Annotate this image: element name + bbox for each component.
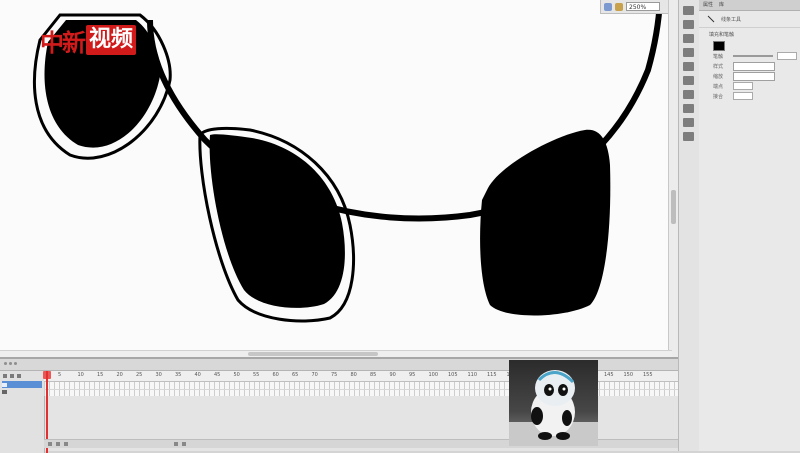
frame-number: 75	[331, 372, 338, 378]
tab-library[interactable]: 库	[719, 0, 724, 10]
onion-skin-icon[interactable]	[174, 442, 178, 446]
layer-toggle-icons	[0, 371, 44, 381]
edit-frames-icon[interactable]	[182, 442, 186, 446]
cap-row: 端点	[699, 81, 800, 91]
frame-number: 40	[194, 372, 201, 378]
frame-number: 15	[97, 372, 104, 378]
add-folder-icon[interactable]	[56, 442, 60, 446]
lasso-tool-icon[interactable]	[683, 48, 694, 57]
subselect-tool-icon[interactable]	[683, 20, 694, 29]
scene-icon[interactable]	[604, 2, 612, 11]
stage-toolbar: 250%	[600, 0, 676, 14]
stroke-row: 笔触	[699, 51, 800, 61]
right-eye-patch	[480, 129, 611, 316]
join-dropdown[interactable]	[733, 92, 753, 100]
logo-chars: 中新	[40, 27, 86, 57]
frame-number: 20	[116, 372, 123, 378]
tools-panel	[678, 0, 700, 451]
panda-figure-image	[509, 370, 598, 446]
style-dropdown[interactable]	[733, 61, 775, 71]
frame-number: 45	[214, 372, 221, 378]
frame-number: 10	[77, 372, 84, 378]
frame-number: 50	[233, 372, 240, 378]
line-tool-icon	[707, 15, 715, 23]
tab-properties[interactable]: 属性	[703, 0, 713, 10]
stage-canvas[interactable]: 中新 视频	[0, 0, 672, 357]
layer-row-selected[interactable]	[2, 381, 42, 388]
cap-label: 端点	[713, 83, 724, 90]
current-tool-row: 线条工具	[699, 11, 800, 28]
layer-icon	[2, 382, 7, 387]
timeline-grip-icon[interactable]	[4, 362, 17, 365]
style-label: 样式	[713, 63, 724, 70]
zoom-select[interactable]: 250%	[626, 2, 660, 11]
properties-tabs: 属性 库	[699, 0, 800, 11]
properties-panel: 属性 库 线条工具 填充和笔触 笔触 样式 缩放 端点 接合	[699, 0, 800, 451]
panda-video-thumbnail	[509, 360, 598, 446]
transform-tool-icon[interactable]	[683, 34, 694, 43]
eye-icon[interactable]	[3, 374, 7, 378]
frame-number: 150	[623, 372, 634, 378]
layer-icon	[2, 389, 7, 394]
frame-number: 55	[253, 372, 260, 378]
rectangle-tool-icon[interactable]	[683, 104, 694, 113]
frame-number: 5	[58, 372, 62, 378]
stroke-color-swatch[interactable]	[713, 41, 725, 51]
cap-dropdown[interactable]	[733, 82, 753, 90]
add-layer-icon[interactable]	[48, 442, 52, 446]
scale-label: 缩放	[713, 73, 724, 80]
layer-row[interactable]	[2, 388, 42, 395]
watermark-logo: 中新 视频	[40, 24, 137, 57]
join-label: 接合	[713, 93, 724, 100]
frame-number: 100	[428, 372, 439, 378]
logo-box: 视频	[86, 25, 137, 55]
symbol-icon[interactable]	[615, 2, 623, 11]
frame-number: 70	[311, 372, 318, 378]
lock-icon[interactable]	[10, 374, 14, 378]
layer-list	[0, 371, 45, 453]
hscroll-thumb[interactable]	[248, 352, 378, 356]
frame-number: 110	[467, 372, 478, 378]
line-tool-icon[interactable]	[683, 90, 694, 99]
join-row: 接合	[699, 91, 800, 101]
text-tool-icon[interactable]	[683, 76, 694, 85]
stroke-width-slider[interactable]	[733, 55, 773, 57]
scale-dropdown[interactable]	[733, 71, 775, 81]
pen-tool-icon[interactable]	[683, 62, 694, 71]
scale-row: 缩放	[699, 71, 800, 81]
stroke-width-input[interactable]	[777, 52, 797, 60]
style-row: 样式	[699, 61, 800, 71]
brush-tool-icon[interactable]	[683, 132, 694, 141]
frame-number: 65	[292, 372, 299, 378]
frame-number: 80	[350, 372, 357, 378]
frame-number: 105	[448, 372, 458, 378]
frame-number: 155	[643, 372, 653, 378]
frame-number: 60	[272, 372, 279, 378]
frame-number: 85	[370, 372, 377, 378]
tool-name: 线条工具	[721, 16, 742, 23]
stroke-color-row	[699, 41, 800, 51]
frame-number: 30	[155, 372, 162, 378]
vscroll-thumb[interactable]	[671, 190, 676, 224]
fill-stroke-section-title: 填充和笔触	[709, 32, 735, 38]
outline-icon[interactable]	[17, 374, 21, 378]
frame-number: 115	[487, 372, 497, 378]
delete-layer-icon[interactable]	[64, 442, 68, 446]
stroke-label: 笔触	[713, 53, 724, 60]
frame-number: 95	[409, 372, 416, 378]
pencil-tool-icon[interactable]	[683, 118, 694, 127]
frame-number: 25	[136, 372, 143, 378]
frame-number: 90	[389, 372, 396, 378]
frame-number: 145	[604, 372, 614, 378]
selection-tool-icon[interactable]	[683, 6, 694, 15]
frame-number: 35	[175, 372, 182, 378]
